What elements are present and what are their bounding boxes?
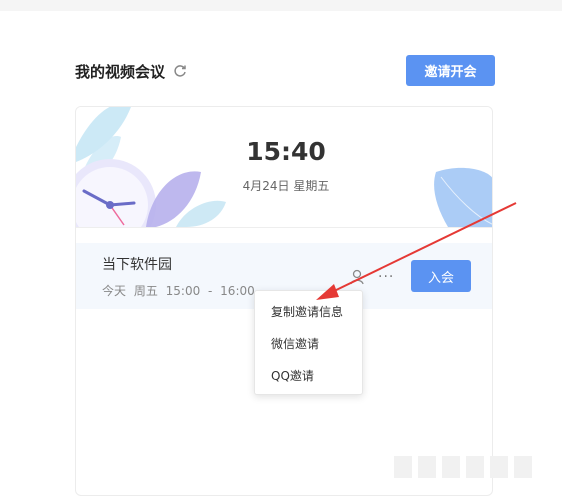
menu-item-copy-invite[interactable]: 复制邀请信息 (271, 303, 343, 320)
watermark-logo (394, 456, 532, 478)
menu-item-wechat-invite[interactable]: 微信邀请 (271, 335, 319, 352)
clock-banner: 15:40 4月24日 星期五 (76, 107, 492, 228)
banner-illustration (76, 107, 492, 227)
page-title: 我的视频会议 (75, 62, 166, 81)
context-menu: 复制邀请信息 微信邀请 QQ邀请 (254, 290, 363, 395)
meeting-schedule: 今天 周五 15:00 - 16:00 (102, 284, 255, 298)
join-meeting-button[interactable]: 入会 (411, 260, 471, 292)
person-icon[interactable] (350, 269, 364, 285)
current-time: 15:40 (246, 137, 326, 166)
invite-meeting-button[interactable]: 邀请开会 (406, 55, 495, 86)
meeting-name: 当下软件园 (102, 257, 172, 273)
current-date: 4月24日 星期五 (242, 179, 330, 193)
menu-item-qq-invite[interactable]: QQ邀请 (271, 367, 314, 384)
refresh-icon[interactable] (173, 64, 187, 78)
more-options-icon[interactable]: ··· (378, 270, 394, 284)
header: 我的视频会议 (75, 60, 187, 82)
top-bar (0, 0, 562, 11)
